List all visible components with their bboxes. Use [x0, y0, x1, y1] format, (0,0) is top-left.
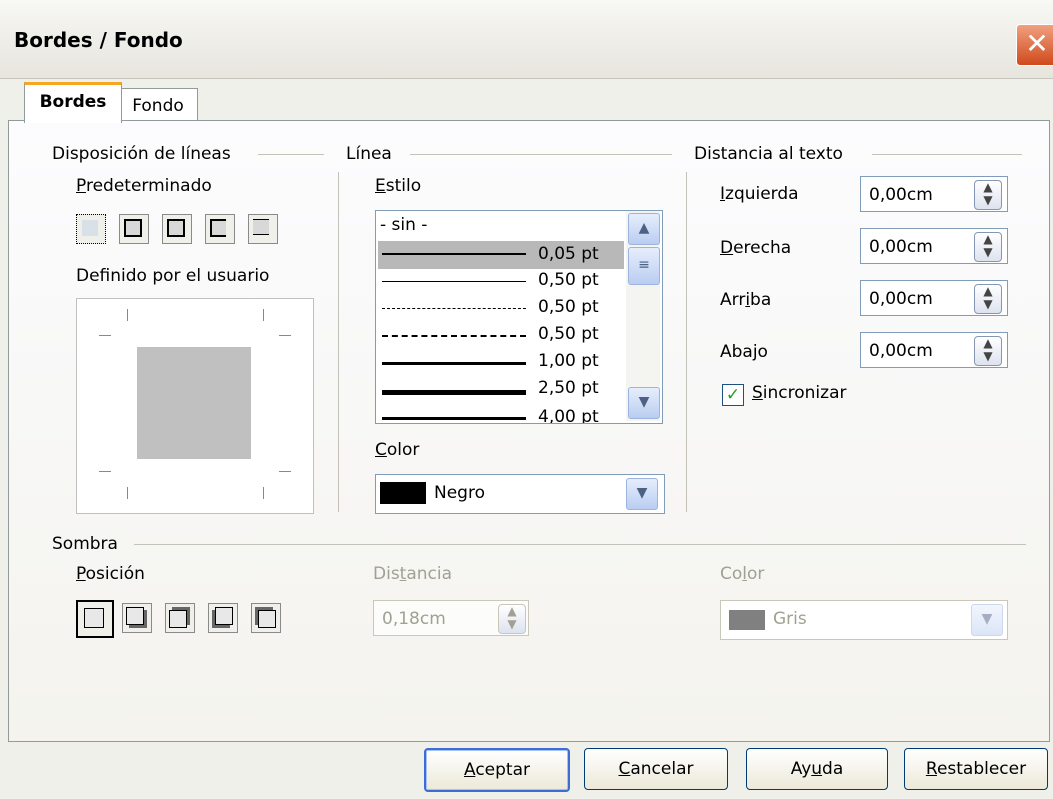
right-spinner[interactable]: ▲ ▼: [974, 232, 1002, 262]
corner-mark: [279, 335, 291, 336]
shadow-heading: Sombra: [52, 534, 118, 554]
shadow-none-icon[interactable]: [76, 600, 114, 638]
user-defined-label: Definido por el usuario: [76, 266, 270, 286]
left-spinner[interactable]: ▲ ▼: [974, 180, 1002, 210]
line-sample: [382, 253, 526, 255]
color-value: Negro: [434, 483, 485, 503]
preset-horizontal-icon[interactable]: [205, 214, 235, 244]
corner-mark: [263, 487, 264, 499]
preset-label: Predeterminado: [76, 176, 212, 196]
shadow-distance-label: Distancia: [373, 564, 453, 584]
color-label: Color: [375, 440, 420, 460]
list-item[interactable]: 0,50 pt: [538, 324, 599, 344]
scroll-thumb[interactable]: ≡: [628, 247, 660, 285]
color-swatch: [380, 482, 426, 504]
list-item[interactable]: 4,00 pt: [538, 407, 599, 423]
corner-mark: [279, 471, 291, 472]
distance-heading: Distancia al texto: [694, 144, 843, 164]
tab-bordes[interactable]: Bordes: [24, 82, 122, 123]
corner-mark: [99, 471, 111, 472]
corner-mark: [99, 335, 111, 336]
line-sample: [382, 335, 526, 337]
shadow-top-right-icon[interactable]: [165, 603, 195, 633]
preset-box-inner-icon[interactable]: [162, 214, 192, 244]
help-button[interactable]: Ayuda: [746, 748, 888, 790]
list-item[interactable]: 0,05 pt: [538, 244, 599, 264]
list-item[interactable]: 2,50 pt: [538, 378, 599, 398]
shadow-color-select[interactable]: Gris ▼: [720, 600, 1008, 640]
divider: [258, 154, 324, 155]
color-swatch: [729, 610, 765, 630]
divider: [338, 172, 339, 512]
border-preview[interactable]: [76, 298, 314, 514]
corner-mark: [127, 309, 128, 321]
list-item[interactable]: 0,50 pt: [538, 297, 599, 317]
line-sample: [382, 417, 526, 420]
list-item[interactable]: 0,50 pt: [538, 270, 599, 290]
shadow-color-value: Gris: [773, 609, 807, 629]
preset-box-icon[interactable]: [119, 214, 149, 244]
disposition-heading: Disposición de líneas: [52, 144, 231, 164]
chevron-down-icon[interactable]: ▼: [626, 478, 658, 510]
line-sample: [382, 281, 526, 282]
divider: [686, 172, 687, 512]
corner-mark: [263, 309, 264, 321]
shadow-bottom-left-icon[interactable]: [208, 603, 238, 633]
sync-label: Sincronizar: [752, 383, 847, 403]
corner-mark: [127, 487, 128, 499]
position-label: Posición: [76, 564, 145, 584]
scroll-up-icon[interactable]: ▲: [628, 213, 660, 245]
chevron-down-icon[interactable]: ▼: [971, 604, 1003, 636]
shadow-distance-spinner[interactable]: ▲ ▼: [498, 604, 526, 634]
line-style-list[interactable]: - sin - 0,05 pt 0,50 pt 0,50 pt 0,50 pt …: [375, 210, 663, 424]
preview-cell: [137, 347, 251, 459]
divider: [410, 154, 672, 155]
top-label: Arriba: [720, 290, 772, 310]
divider: [134, 544, 1026, 545]
scroll-down-icon[interactable]: ▼: [628, 387, 660, 419]
line-sample: [382, 390, 526, 395]
left-label: Izquierda: [720, 184, 799, 204]
preset-vertical-icon[interactable]: [248, 214, 278, 244]
line-color-select[interactable]: Negro ▼: [375, 474, 665, 514]
bottom-label: Abajo: [720, 342, 768, 362]
style-label: Estilo: [375, 176, 422, 196]
reset-button[interactable]: Restablecer: [904, 748, 1048, 790]
ok-button[interactable]: Aceptar: [424, 748, 570, 792]
bottom-spinner[interactable]: ▲ ▼: [974, 336, 1002, 366]
right-label: Derecha: [720, 238, 792, 258]
line-sample: [382, 308, 526, 309]
shadow-bottom-right-icon[interactable]: [122, 603, 152, 633]
close-icon[interactable]: ✕: [1016, 24, 1053, 66]
line-sample: [382, 362, 526, 365]
linea-heading: Línea: [346, 144, 392, 164]
list-item[interactable]: 1,00 pt: [538, 351, 599, 371]
tab-fondo[interactable]: Fondo: [118, 88, 198, 123]
cancel-button[interactable]: Cancelar: [584, 748, 728, 790]
shadow-color-label: Color: [720, 564, 765, 584]
top-spinner[interactable]: ▲ ▼: [974, 284, 1002, 314]
window-title: Bordes / Fondo: [14, 28, 183, 52]
list-item[interactable]: - sin -: [380, 215, 427, 235]
divider: [872, 154, 1022, 155]
sync-checkbox[interactable]: ✓: [722, 384, 744, 406]
shadow-top-left-icon[interactable]: [251, 603, 281, 633]
preset-none-icon[interactable]: [76, 214, 106, 244]
